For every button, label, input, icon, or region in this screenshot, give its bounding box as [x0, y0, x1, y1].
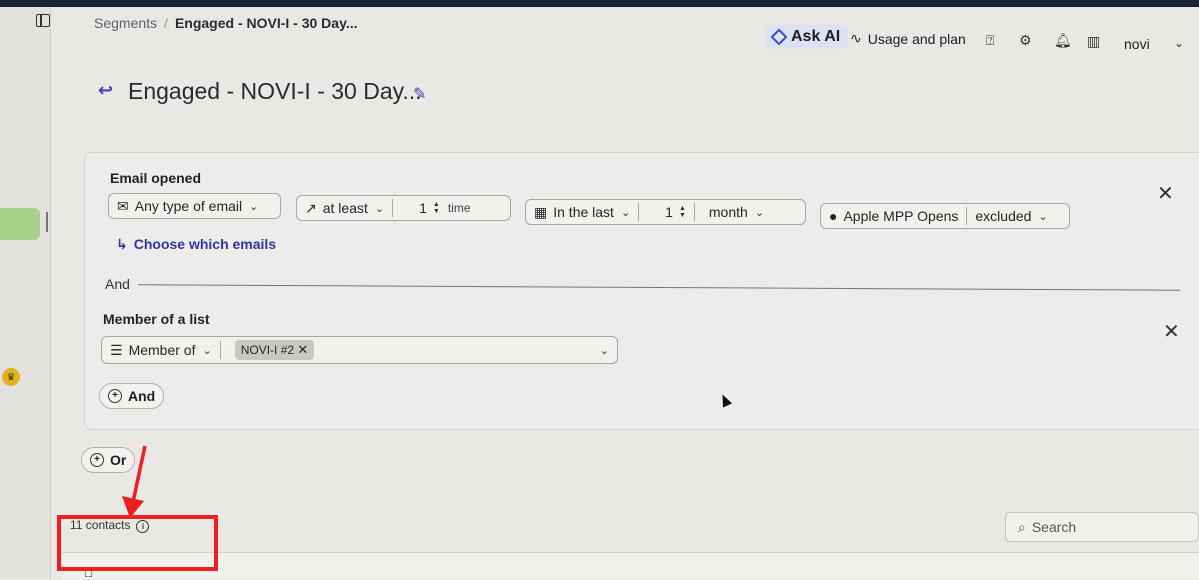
- apple-icon: ●: [829, 208, 838, 224]
- add-and-button[interactable]: + And: [99, 383, 165, 409]
- ai-diamond-icon: [770, 28, 788, 46]
- toggle-sidebar-icon[interactable]: [36, 14, 50, 27]
- remove-tag-icon[interactable]: ✕: [297, 342, 308, 357]
- email-type-select[interactable]: ✉ Any type of email ⌄: [108, 193, 281, 219]
- usage-and-plan-button[interactable]: ∿ Usage and plan: [850, 30, 966, 47]
- annotation-highlight-box: [57, 515, 218, 571]
- chip-separator: [966, 207, 968, 225]
- email-type-value: Any type of email: [134, 198, 243, 214]
- search-icon: ⌕: [1018, 518, 1026, 535]
- activity-icon: ∿: [850, 30, 862, 46]
- chevron-down-icon: ⌄: [202, 344, 212, 357]
- contacts-table-header: ☐: [62, 552, 1199, 580]
- count-input[interactable]: 1: [419, 200, 427, 216]
- left-sidebar: [0, 7, 51, 578]
- building-icon[interactable]: ▥: [1087, 33, 1100, 50]
- list-dropdown-chevron-icon[interactable]: ⌄: [600, 344, 609, 357]
- bell-icon[interactable]: 🔔︎: [1054, 32, 1072, 49]
- member-of-list-select[interactable]: ☰ Member of ⌄ NOVI-I #2 ✕ ⌄: [101, 336, 618, 364]
- condition-email-opened-label: Email opened: [110, 170, 202, 186]
- plus-circle-icon: +: [108, 389, 122, 403]
- list-icon: ☰: [110, 341, 123, 358]
- period-count-input[interactable]: 1: [665, 204, 673, 220]
- chip-separator: [693, 203, 695, 221]
- and-connector-label: And: [105, 276, 130, 292]
- ask-ai-label: Ask AI: [791, 28, 841, 45]
- calendar-icon: ▦: [534, 203, 548, 220]
- subdirectory-arrow-icon: ↳: [116, 236, 128, 252]
- plus-circle-icon: +: [90, 453, 104, 467]
- chip-separator: [638, 203, 640, 221]
- period-unit-value[interactable]: month: [709, 204, 748, 220]
- breadcrumb-current: Engaged - NOVI-I - 30 Day...: [174, 15, 358, 31]
- breadcrumb-segments[interactable]: Segments: [94, 15, 157, 31]
- crown-icon[interactable]: ♛: [2, 368, 20, 386]
- ask-ai-button[interactable]: Ask AI: [765, 25, 849, 49]
- list-tag-label: NOVI-I #2: [240, 343, 295, 357]
- search-input[interactable]: ⌕ Search: [1005, 512, 1199, 542]
- apple-mpp-select[interactable]: ● Apple MPP Opens excluded ⌄: [820, 203, 1070, 229]
- edit-title-icon[interactable]: ✎: [413, 84, 426, 104]
- add-and-label: And: [128, 388, 156, 404]
- chevron-down-icon: ⌄: [249, 200, 259, 213]
- trend-icon: ↗: [305, 199, 317, 216]
- timeframe-value: In the last: [553, 204, 614, 220]
- mpp-label: Apple MPP Opens: [843, 208, 959, 224]
- chevron-down-icon: ⌄: [754, 206, 765, 219]
- condition-member-list-label: Member of a list: [103, 311, 210, 327]
- back-icon[interactable]: ↩: [98, 80, 113, 101]
- account-name[interactable]: novi: [1124, 36, 1150, 52]
- count-unit: time: [447, 201, 471, 215]
- chip-separator: [219, 341, 221, 359]
- search-placeholder: Search: [1031, 519, 1077, 535]
- page-title: Engaged - NOVI-I - 30 Day...: [128, 78, 422, 104]
- choose-emails-label: Choose which emails: [133, 236, 277, 252]
- help-icon[interactable]: ⍰: [986, 32, 994, 49]
- count-stepper-icon[interactable]: ▲ ▼: [433, 201, 440, 215]
- chip-separator: [392, 199, 394, 217]
- frequency-value: at least: [322, 200, 368, 216]
- period-stepper-icon[interactable]: ▲ ▼: [679, 205, 686, 219]
- list-tag: NOVI-I #2 ✕: [234, 340, 315, 360]
- sidebar-divider: [46, 212, 48, 232]
- account-chevron-icon[interactable]: ⌄: [1174, 36, 1184, 50]
- breadcrumb-separator: /: [164, 15, 168, 31]
- gear-icon[interactable]: ⚙: [1019, 32, 1032, 49]
- breadcrumb: Segments / Engaged - NOVI-I - 30 Day...: [94, 15, 358, 31]
- usage-and-plan-label: Usage and plan: [867, 30, 966, 47]
- mail-icon: ✉: [117, 197, 129, 214]
- member-of-value: Member of: [128, 342, 196, 358]
- chevron-down-icon: ⌄: [620, 206, 631, 219]
- chevron-down-icon: ⌄: [374, 202, 385, 215]
- remove-condition-1-icon[interactable]: ✕: [1157, 181, 1174, 206]
- choose-emails-link[interactable]: ↳ Choose which emails: [116, 236, 276, 253]
- sidebar-active-item[interactable]: [0, 208, 40, 240]
- window-top-strip: [0, 0, 1199, 7]
- remove-condition-2-icon[interactable]: ✕: [1163, 319, 1180, 344]
- mpp-value: excluded: [975, 208, 1032, 224]
- chevron-down-icon: ⌄: [1038, 210, 1048, 223]
- frequency-stepper-group[interactable]: ↗ at least ⌄ 1 ▲ ▼ time: [296, 195, 511, 221]
- annotation-arrow: [122, 445, 147, 518]
- timeframe-group[interactable]: ▦ In the last ⌄ 1 ▲ ▼ month ⌄: [525, 199, 806, 225]
